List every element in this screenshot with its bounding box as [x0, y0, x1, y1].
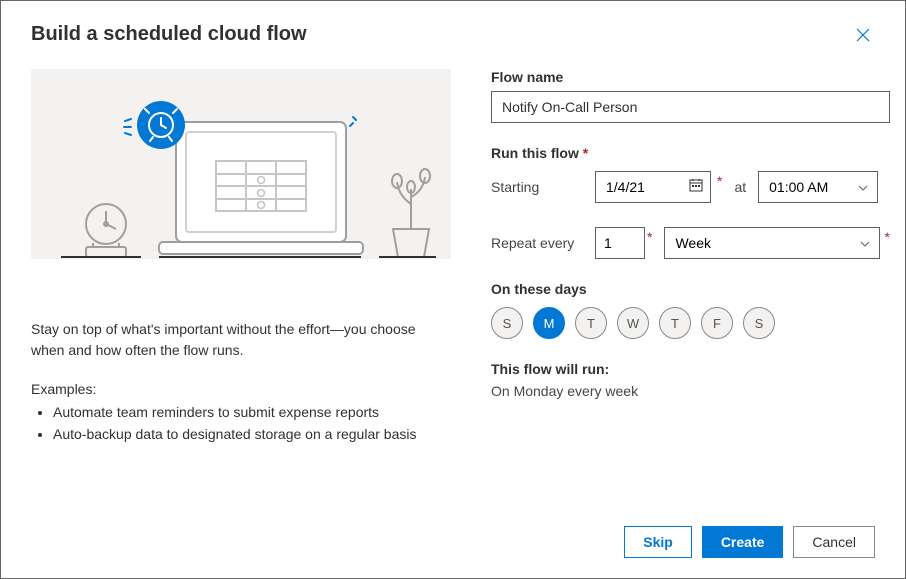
- days-label: On these days: [491, 281, 890, 297]
- list-item: Auto-backup data to designated storage o…: [53, 423, 451, 445]
- summary-label: This flow will run:: [491, 361, 890, 377]
- run-section: Run this flow * Starting * at: [491, 145, 890, 259]
- starting-date-input[interactable]: [595, 171, 711, 203]
- examples-heading: Examples:: [31, 381, 451, 397]
- flow-name-section: Flow name: [491, 69, 890, 123]
- day-friday[interactable]: F: [701, 307, 733, 339]
- create-button[interactable]: Create: [702, 526, 784, 558]
- flow-name-input[interactable]: [491, 91, 890, 123]
- cancel-button[interactable]: Cancel: [793, 526, 875, 558]
- scheduled-flow-dialog: Build a scheduled cloud flow: [0, 0, 906, 579]
- day-monday[interactable]: M: [533, 307, 565, 339]
- skip-button[interactable]: Skip: [624, 526, 692, 558]
- summary-text: On Monday every week: [491, 383, 890, 399]
- repeat-label: Repeat every: [491, 235, 583, 251]
- day-thursday[interactable]: T: [659, 307, 691, 339]
- examples-list: Automate team reminders to submit expens…: [31, 401, 451, 446]
- time-select[interactable]: [758, 171, 878, 203]
- starting-label: Starting: [491, 179, 583, 195]
- summary-section: This flow will run: On Monday every week: [491, 361, 890, 399]
- at-label: at: [734, 179, 746, 195]
- dialog-footer: Skip Create Cancel: [1, 510, 905, 578]
- day-tuesday[interactable]: T: [575, 307, 607, 339]
- day-wednesday[interactable]: W: [617, 307, 649, 339]
- dialog-body: Stay on top of what's important without …: [1, 57, 905, 510]
- day-sunday[interactable]: S: [491, 307, 523, 339]
- days-section: On these days S M T W T F S: [491, 281, 890, 339]
- dialog-header: Build a scheduled cloud flow: [1, 1, 905, 57]
- list-item: Automate team reminders to submit expens…: [53, 401, 451, 423]
- dialog-title: Build a scheduled cloud flow: [31, 23, 307, 46]
- flow-name-label: Flow name: [491, 69, 890, 85]
- day-saturday[interactable]: S: [743, 307, 775, 339]
- interval-input[interactable]: [595, 227, 645, 259]
- right-panel: Flow name Run this flow * Starting * at: [491, 57, 890, 510]
- left-panel: Stay on top of what's important without …: [31, 57, 451, 510]
- run-label: Run this flow *: [491, 145, 890, 161]
- days-row: S M T W T F S: [491, 307, 890, 339]
- repeat-row: Repeat every * *: [491, 227, 890, 259]
- description-text: Stay on top of what's important without …: [31, 319, 451, 361]
- starting-row: Starting * at: [491, 171, 890, 203]
- close-icon: [856, 28, 870, 42]
- illustration: [31, 69, 451, 259]
- close-button[interactable]: [851, 23, 875, 47]
- unit-select[interactable]: [664, 227, 880, 259]
